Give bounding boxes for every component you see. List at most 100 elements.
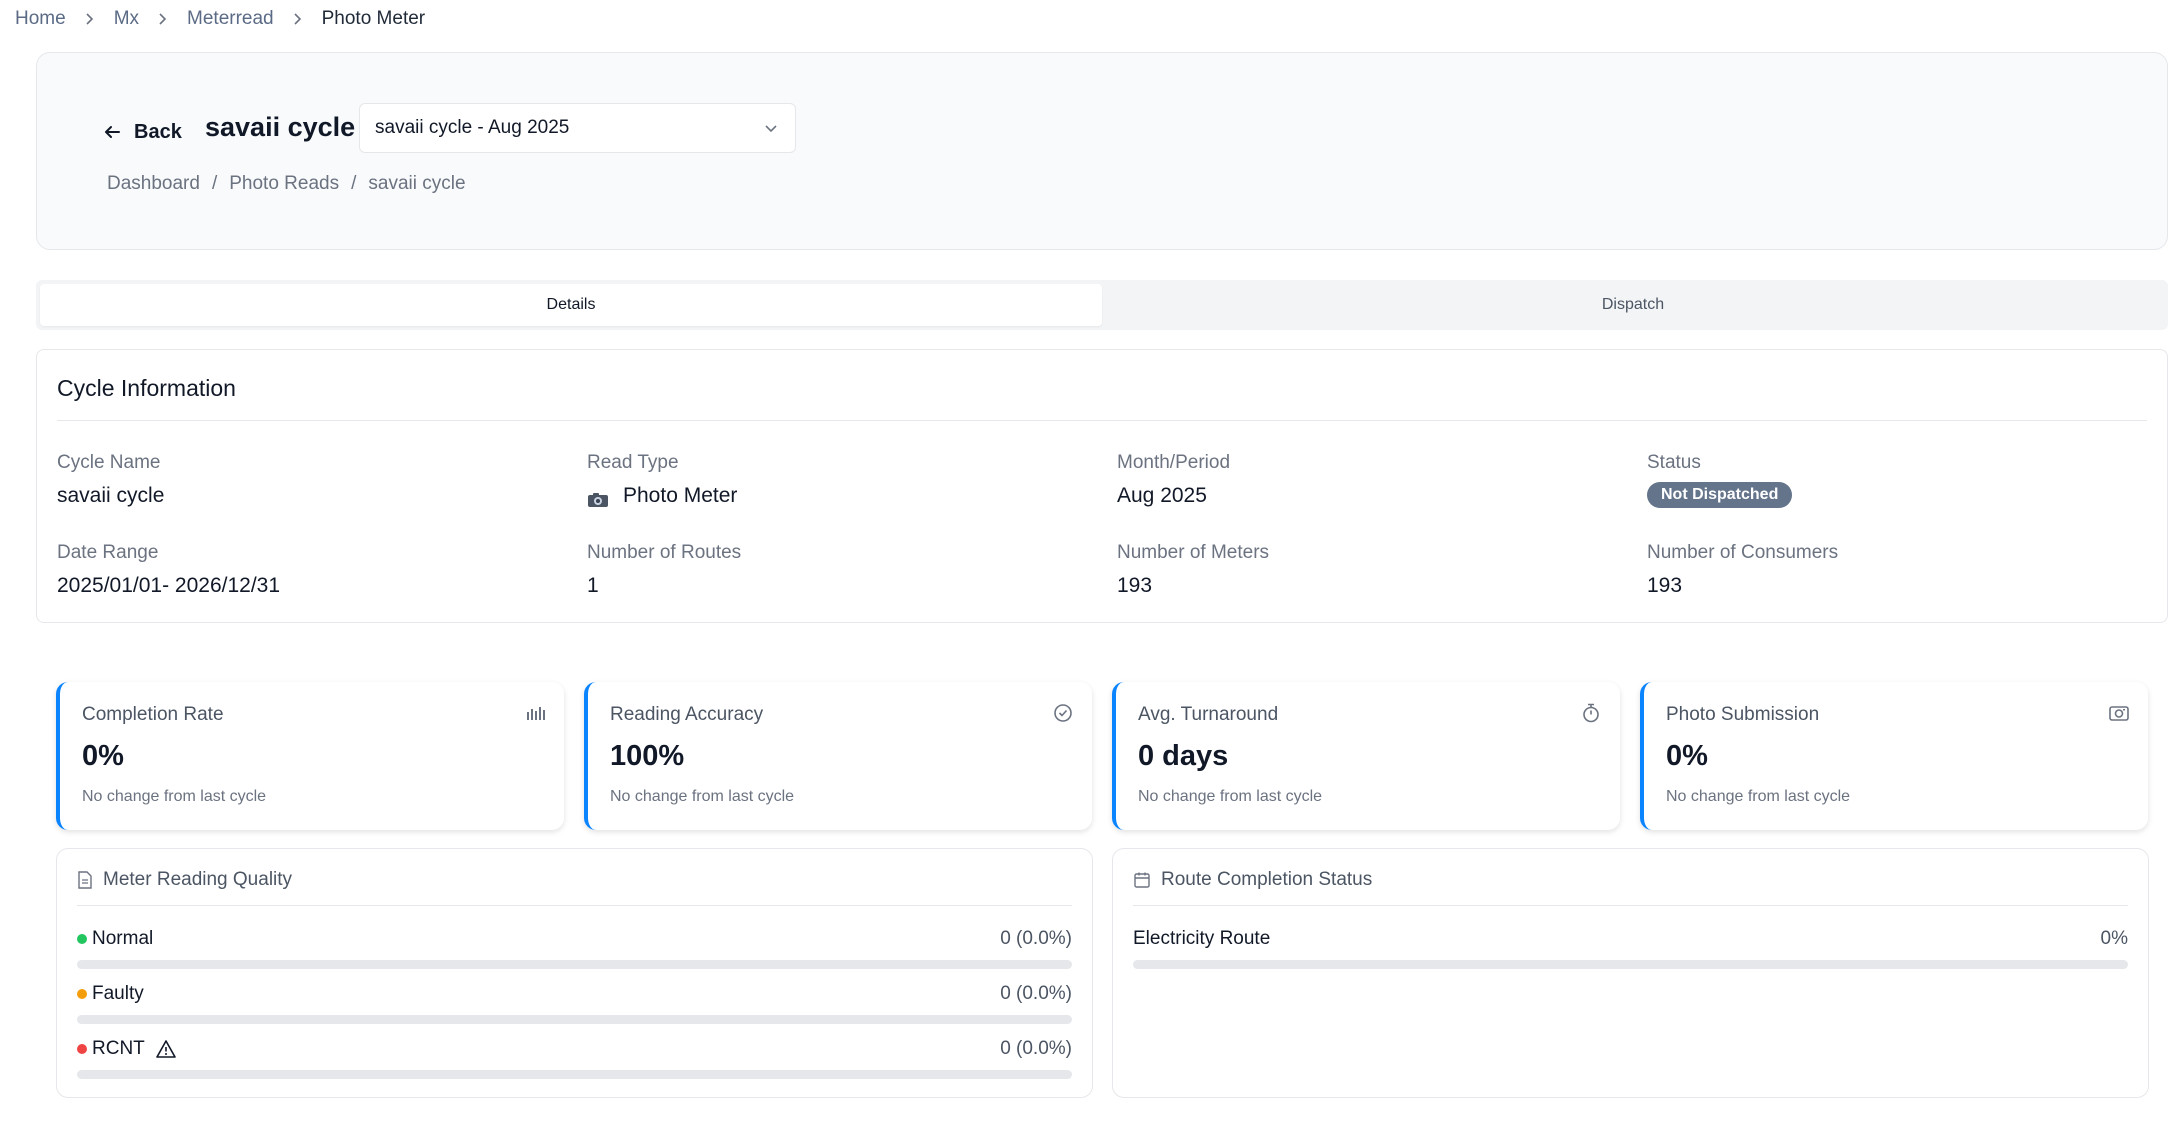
meter-reading-quality-panel: Meter Reading Quality Normal 0 (0.0%) Fa…	[56, 848, 1093, 1098]
divider	[77, 905, 1072, 906]
metric-value: 0%	[1666, 740, 1708, 772]
cycle-select-value: savaii cycle - Aug 2025	[375, 117, 570, 138]
field-number-of-routes: Number of Routes 1	[587, 540, 741, 600]
warning-icon	[155, 1040, 176, 1058]
tab-dispatch[interactable]: Dispatch	[1102, 284, 2164, 326]
field-value: 1	[587, 574, 599, 597]
row-label-wrap: Normal	[77, 927, 153, 951]
field-date-range: Date Range 2025/01/01- 2026/12/31	[57, 540, 280, 600]
panel-header: Meter Reading Quality	[77, 869, 292, 891]
field-value: 193	[1117, 574, 1153, 597]
row-value: 0 (0.0%)	[1000, 928, 1072, 949]
field-number-of-consumers: Number of Consumers 193	[1647, 540, 1838, 600]
status-dot	[77, 1044, 87, 1054]
field-value: 2025/01/01- 2026/12/31	[57, 574, 281, 597]
document-icon	[78, 871, 92, 889]
metric-title: Photo Submission	[1666, 704, 1820, 725]
field-value: Photo Meter	[623, 484, 738, 507]
row-label: Normal	[92, 928, 154, 949]
chevron-right-icon	[293, 12, 303, 26]
field-value: 193	[1647, 574, 1683, 597]
chevron-right-icon	[85, 12, 95, 26]
row-label-wrap: Faulty	[77, 982, 144, 1006]
progress-track	[77, 960, 1072, 969]
breadcrumb-separator: /	[211, 173, 218, 194]
status-dot	[77, 989, 87, 999]
metric-value: 0 days	[1138, 740, 1229, 772]
row-value: 0 (0.0%)	[1000, 983, 1072, 1004]
back-button[interactable]: Back	[103, 115, 182, 149]
field-cycle-name: Cycle Name savaii cycle	[57, 450, 164, 510]
row-label-wrap: RCNT	[77, 1037, 177, 1061]
metric-card-completion-rate: Completion Rate 0% No change from last c…	[56, 682, 564, 830]
field-number-of-meters: Number of Meters 193	[1117, 540, 1269, 600]
metric-card-photo-submission: Photo Submission 0% No change from last …	[1640, 682, 2148, 830]
panel-header: Route Completion Status	[1133, 869, 1372, 891]
check-circle-icon	[1054, 704, 1072, 722]
field-month-period: Month/Period Aug 2025	[1117, 450, 1230, 510]
camera-icon	[587, 488, 609, 507]
sub-breadcrumb-dashboard[interactable]: Dashboard	[107, 173, 200, 195]
cycle-information-title: Cycle Information	[57, 375, 236, 401]
field-label: Cycle Name	[57, 452, 161, 473]
row-label: Electricity Route	[1133, 928, 1271, 949]
tab-details[interactable]: Details	[40, 284, 1102, 326]
cycle-select[interactable]: savaii cycle - Aug 2025	[359, 103, 796, 153]
row-value: 0 (0.0%)	[1000, 1038, 1072, 1059]
header-card: Back savaii cycle savaii cycle - Aug 202…	[36, 52, 2168, 250]
field-label: Month/Period	[1117, 452, 1231, 473]
status-badge: Not Dispatched	[1647, 482, 1793, 508]
page-title: savaii cycle	[205, 112, 356, 142]
route-row-electricity: Electricity Route 0%	[1133, 927, 2128, 969]
divider	[1133, 905, 2128, 906]
breadcrumb-home[interactable]: Home	[15, 8, 66, 30]
field-label: Status	[1647, 452, 1701, 473]
metric-note: No change from last cycle	[82, 788, 267, 805]
metric-note: No change from last cycle	[1666, 788, 1851, 805]
field-value-wrap: Photo Meter	[587, 482, 737, 510]
metric-card-reading-accuracy: Reading Accuracy 100% No change from las…	[584, 682, 1092, 830]
chevron-right-icon	[158, 12, 168, 26]
breadcrumb-current: Photo Meter	[321, 8, 426, 29]
metric-title: Reading Accuracy	[610, 704, 764, 725]
breadcrumb-meterread[interactable]: Meterread	[187, 8, 274, 30]
stopwatch-icon	[1583, 703, 1599, 723]
row-label: Faulty	[92, 983, 144, 1004]
breadcrumb: Home Mx Meterread Photo Meter	[15, 6, 425, 32]
sub-breadcrumb-photo-reads[interactable]: Photo Reads	[229, 173, 339, 195]
sub-breadcrumb: Dashboard / Photo Reads / savaii cycle	[107, 173, 466, 195]
metric-note: No change from last cycle	[610, 788, 795, 805]
field-label: Date Range	[57, 542, 159, 563]
chevron-down-icon	[765, 125, 777, 133]
bar-chart-icon	[527, 707, 545, 720]
metric-card-avg-turnaround: Avg. Turnaround 0 days No change from la…	[1112, 682, 1620, 830]
field-read-type: Read Type Photo Meter	[587, 450, 737, 510]
calendar-icon	[1134, 872, 1150, 888]
row-value: 0%	[2100, 928, 2128, 949]
row-label: RCNT	[92, 1038, 145, 1059]
arrow-left-icon	[105, 126, 120, 138]
panel-title: Meter Reading Quality	[103, 869, 293, 890]
metric-title: Completion Rate	[82, 704, 224, 725]
metric-value: 100%	[610, 740, 685, 772]
sub-breadcrumb-current: savaii cycle	[368, 173, 466, 194]
field-label: Number of Consumers	[1647, 542, 1839, 563]
field-label: Number of Meters	[1117, 542, 1270, 563]
quality-row-faulty: Faulty 0 (0.0%)	[77, 982, 1072, 1024]
quality-row-normal: Normal 0 (0.0%)	[77, 927, 1072, 969]
field-label: Read Type	[587, 452, 679, 473]
status-dot	[77, 934, 87, 944]
panel-title: Route Completion Status	[1161, 869, 1373, 890]
progress-track	[77, 1015, 1072, 1024]
field-label: Number of Routes	[587, 542, 742, 563]
metric-title: Avg. Turnaround	[1138, 704, 1279, 725]
metric-note: No change from last cycle	[1138, 788, 1323, 805]
progress-track	[77, 1070, 1072, 1079]
breadcrumb-mx[interactable]: Mx	[114, 8, 139, 30]
cycle-information-card: Cycle Information Cycle Name savaii cycl…	[36, 349, 2168, 623]
field-value: savaii cycle	[57, 484, 165, 507]
divider	[57, 420, 2147, 421]
metric-value: 0%	[82, 740, 124, 772]
field-value: Aug 2025	[1117, 484, 1207, 507]
back-label: Back	[134, 120, 182, 143]
